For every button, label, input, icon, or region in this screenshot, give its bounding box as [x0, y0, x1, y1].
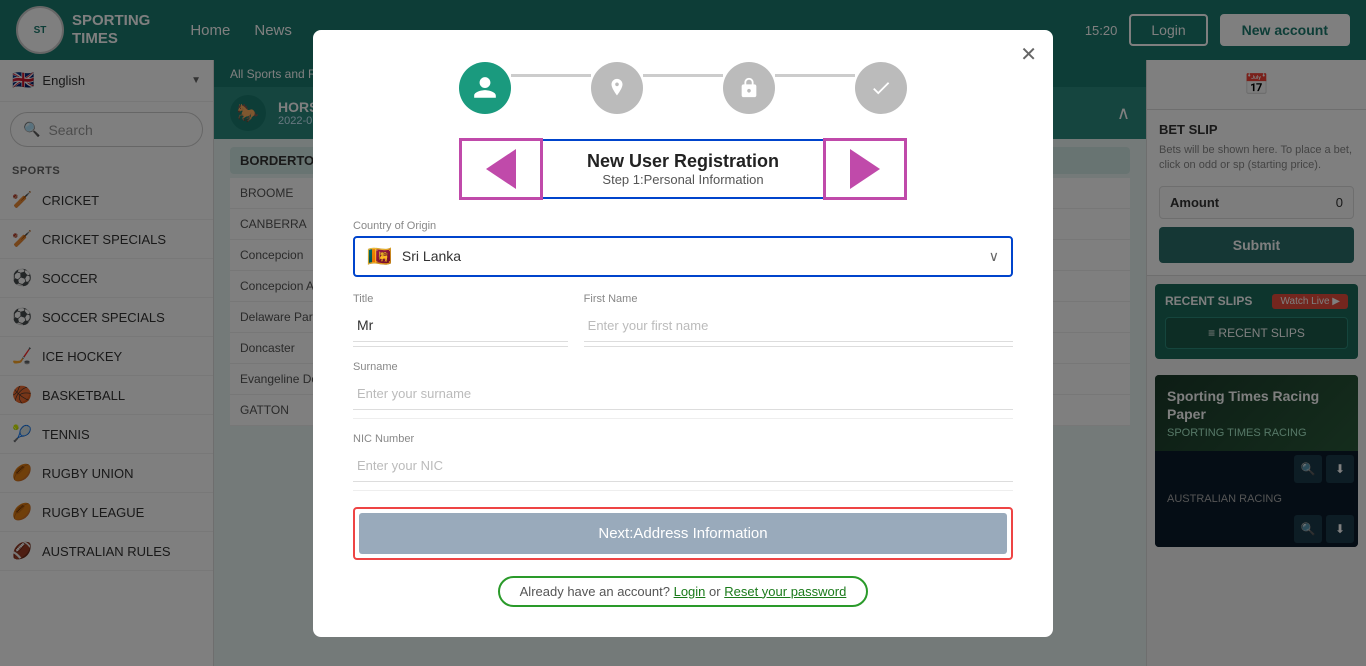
step-2	[591, 62, 643, 114]
registration-modal: ✕	[313, 30, 1053, 637]
left-arrow-icon	[486, 149, 516, 189]
registration-title-box: New User Registration Step 1:Personal In…	[543, 139, 823, 199]
country-name: Sri Lanka	[402, 248, 461, 264]
title-firstname-row: Title First Name	[353, 293, 1013, 347]
login-link-row: Already have an account? Login or Reset …	[353, 576, 1013, 607]
step-4-circle	[855, 62, 907, 114]
right-arrow-icon	[850, 149, 880, 189]
step-2-circle	[591, 62, 643, 114]
step-1	[459, 62, 511, 114]
nic-input[interactable]	[353, 449, 1013, 482]
step-line-1	[511, 74, 591, 77]
registration-subtitle: Step 1:Personal Information	[563, 172, 803, 187]
next-button[interactable]: Next:Address Information	[359, 513, 1007, 554]
step-4	[855, 62, 907, 114]
right-arrow-box	[823, 138, 907, 200]
step-line-2	[643, 74, 723, 77]
already-account-text: Already have an account?	[520, 584, 670, 599]
title-row: New User Registration Step 1:Personal In…	[353, 138, 1013, 200]
step-3	[723, 62, 775, 114]
firstname-field-group: First Name	[584, 293, 1013, 347]
login-link[interactable]: Login	[674, 584, 706, 599]
country-label: Country of Origin	[353, 220, 1013, 232]
surname-field-group: Surname	[353, 361, 1013, 419]
surname-label: Surname	[353, 361, 1013, 373]
modal-close-button[interactable]: ✕	[1020, 42, 1037, 67]
country-select[interactable]: 🇱🇰 Sri Lanka ∨	[353, 236, 1013, 277]
or-text: or	[709, 584, 721, 599]
left-arrow-box	[459, 138, 543, 200]
nic-field-group: NIC Number	[353, 433, 1013, 491]
step-3-circle	[723, 62, 775, 114]
reset-password-link[interactable]: Reset your password	[724, 584, 846, 599]
modal-overlay[interactable]: ✕	[0, 0, 1366, 666]
step-1-circle	[459, 62, 511, 114]
next-button-wrapper: Next:Address Information	[353, 507, 1013, 560]
registration-title: New User Registration	[563, 151, 803, 172]
login-link-box: Already have an account? Login or Reset …	[498, 576, 869, 607]
firstname-label: First Name	[584, 293, 1013, 305]
firstname-input[interactable]	[584, 309, 1013, 342]
title-label: Title	[353, 293, 568, 305]
step-line-3	[775, 74, 855, 77]
title-field-group: Title	[353, 293, 568, 347]
surname-input[interactable]	[353, 377, 1013, 410]
title-input[interactable]	[353, 309, 568, 342]
country-chevron-icon: ∨	[989, 248, 999, 265]
country-flag-icon: 🇱🇰	[367, 244, 392, 269]
registration-stepper	[353, 62, 1013, 114]
nic-label: NIC Number	[353, 433, 1013, 445]
country-field: Country of Origin 🇱🇰 Sri Lanka ∨	[353, 220, 1013, 277]
